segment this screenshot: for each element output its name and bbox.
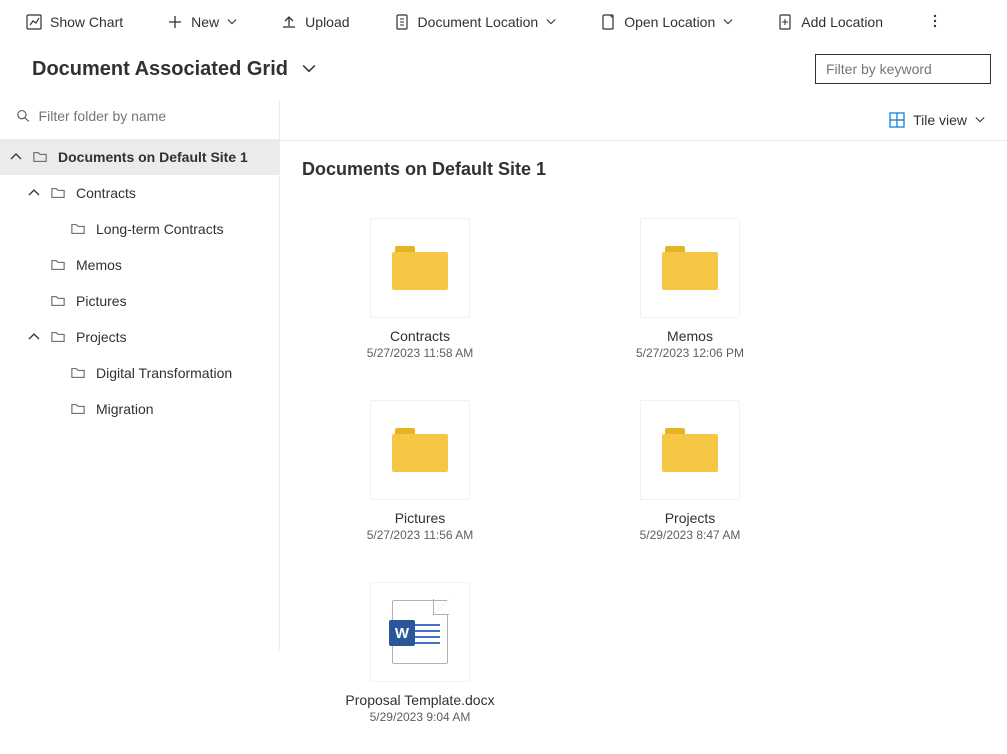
tile-name: Contracts — [390, 328, 450, 344]
tree-item-label: Long-term Contracts — [96, 221, 224, 237]
folder-icon — [50, 294, 66, 308]
chevron-up-icon — [28, 331, 40, 343]
tile-timestamp: 5/27/2023 11:56 AM — [367, 528, 474, 542]
open-location-button[interactable]: Open Location — [590, 8, 743, 36]
upload-label: Upload — [305, 14, 349, 30]
tree-item-label: Migration — [96, 401, 154, 417]
document-location-label: Document Location — [418, 14, 539, 30]
document-plus-icon — [777, 14, 793, 30]
upload-button[interactable]: Upload — [271, 8, 359, 36]
folder-tile[interactable]: Contracts 5/27/2023 11:58 AM — [340, 218, 500, 360]
chart-icon — [26, 14, 42, 30]
tree-item[interactable]: Digital Transformation — [0, 355, 279, 391]
document-location-button[interactable]: Document Location — [384, 8, 567, 36]
toolbar: Show Chart New Upload Document Location … — [0, 0, 1007, 44]
tree-item[interactable]: Documents on Default Site 1 — [0, 139, 279, 175]
show-chart-button[interactable]: Show Chart — [16, 8, 133, 36]
tile-thumbnail: W — [370, 582, 470, 682]
add-location-label: Add Location — [801, 14, 883, 30]
folder-icon — [662, 428, 718, 472]
folder-icon — [50, 330, 66, 344]
view-mode-button[interactable]: Tile view — [883, 108, 991, 132]
page-title: Document Associated Grid — [32, 58, 288, 81]
tile-timestamp: 5/27/2023 12:06 PM — [636, 346, 744, 360]
folder-icon — [50, 186, 66, 200]
main: Tile view Documents on Default Site 1 Co… — [280, 100, 1007, 650]
tree-item-label: Documents on Default Site 1 — [58, 149, 248, 165]
upload-icon — [281, 14, 297, 30]
folder-icon — [70, 222, 86, 236]
folder-icon — [32, 150, 48, 164]
tile-thumbnail — [370, 218, 470, 318]
more-icon — [927, 13, 943, 29]
main-toolbar: Tile view — [280, 100, 1007, 141]
folder-icon — [392, 246, 448, 290]
chevron-up-icon — [10, 151, 22, 163]
document-open-icon — [600, 14, 616, 30]
grid-icon — [889, 112, 905, 128]
open-location-label: Open Location — [624, 14, 715, 30]
tree-item[interactable]: Migration — [0, 391, 279, 427]
tile-name: Pictures — [395, 510, 446, 526]
chevron-up-icon — [28, 187, 40, 199]
tile-thumbnail — [370, 400, 470, 500]
tile-thumbnail — [640, 400, 740, 500]
folder-filter-input[interactable] — [39, 108, 263, 124]
content-title: Documents on Default Site 1 — [280, 141, 1007, 188]
tiles: Contracts 5/27/2023 11:58 AM Memos 5/27/202… — [280, 188, 1007, 754]
tree-item[interactable]: Contracts — [0, 175, 279, 211]
tile-timestamp: 5/29/2023 9:04 AM — [370, 710, 471, 724]
folder-icon — [50, 258, 66, 272]
tree-item-label: Projects — [76, 329, 127, 345]
folder-icon — [662, 246, 718, 290]
document-icon — [394, 14, 410, 30]
tree-item[interactable]: Pictures — [0, 283, 279, 319]
chevron-down-icon — [723, 17, 733, 27]
view-mode-label: Tile view — [913, 112, 967, 128]
file-tile[interactable]: W Proposal Template.docx 5/29/2023 9:04 AM — [340, 582, 500, 724]
new-label: New — [191, 14, 219, 30]
tree-item-label: Contracts — [76, 185, 136, 201]
tree-item-label: Memos — [76, 257, 122, 273]
more-button[interactable] — [917, 7, 953, 38]
show-chart-label: Show Chart — [50, 14, 123, 30]
tree-item-label: Digital Transformation — [96, 365, 232, 381]
folder-tile[interactable]: Pictures 5/27/2023 11:56 AM — [340, 400, 500, 542]
tree-item[interactable]: Projects — [0, 319, 279, 355]
folder-tree: Documents on Default Site 1 Contracts Long… — [0, 133, 279, 427]
tree-item-label: Pictures — [76, 293, 127, 309]
word-file-icon: W — [392, 600, 448, 664]
folder-icon — [70, 366, 86, 380]
tile-name: Memos — [667, 328, 713, 344]
search-icon — [16, 108, 31, 124]
folder-tile[interactable]: Projects 5/29/2023 8:47 AM — [610, 400, 770, 542]
chevron-down-icon — [546, 17, 556, 27]
folder-icon — [70, 402, 86, 416]
add-location-button[interactable]: Add Location — [767, 8, 893, 36]
chevron-down-icon — [227, 17, 237, 27]
filter-keyword-input[interactable] — [815, 54, 991, 84]
chevron-down-icon — [975, 115, 985, 125]
plus-icon — [167, 14, 183, 30]
folder-tile[interactable]: Memos 5/27/2023 12:06 PM — [610, 218, 770, 360]
sidebar-filter — [0, 100, 279, 133]
new-button[interactable]: New — [157, 8, 247, 36]
tile-thumbnail — [640, 218, 740, 318]
tree-item[interactable]: Long-term Contracts — [0, 211, 279, 247]
tile-timestamp: 5/29/2023 8:47 AM — [640, 528, 741, 542]
view-selector-chevron[interactable] — [302, 62, 316, 76]
tile-timestamp: 5/27/2023 11:58 AM — [367, 346, 474, 360]
sidebar: Documents on Default Site 1 Contracts Long… — [0, 100, 280, 650]
tree-item[interactable]: Memos — [0, 247, 279, 283]
tile-name: Proposal Template.docx — [345, 692, 494, 708]
folder-icon — [392, 428, 448, 472]
filter-box — [815, 54, 991, 84]
tile-name: Projects — [665, 510, 716, 526]
header: Document Associated Grid — [0, 44, 1007, 100]
